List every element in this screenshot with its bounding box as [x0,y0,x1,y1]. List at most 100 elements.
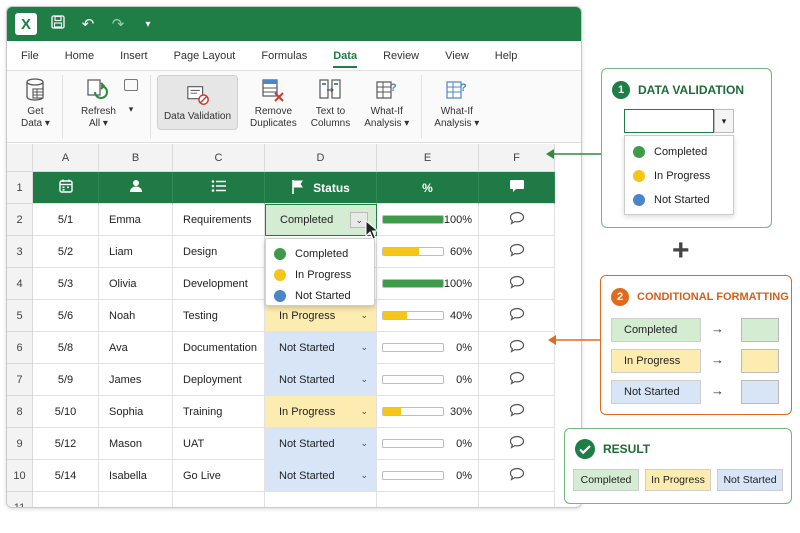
task-cell[interactable]: Deployment [173,364,265,396]
chevron-down-icon[interactable]: ⌄ [360,470,368,481]
redo-icon[interactable]: ↷ [109,15,127,33]
validation-demo-dropdown-button[interactable]: ▾ [714,109,734,133]
dropdown-option[interactable]: In Progress [274,264,366,285]
column-header-e[interactable]: E [377,144,479,172]
validation-option[interactable]: In Progress [633,167,710,185]
empty-cell[interactable] [173,492,265,507]
comment-cell[interactable] [479,428,555,460]
date-cell[interactable]: 5/1 [33,204,99,236]
empty-cell[interactable] [377,492,479,507]
comment-icon[interactable] [509,435,525,452]
row-header-8[interactable]: 8 [7,396,33,428]
comment-cell[interactable] [479,460,555,492]
what-if-analysis-button-2[interactable]: ? What-If Analysis ▾ [430,75,483,132]
task-cell[interactable]: Requirements [173,204,265,236]
empty-cell[interactable] [99,492,173,507]
row-header-11[interactable]: 11 [7,492,33,507]
empty-cell[interactable] [33,492,99,507]
row-header-3[interactable]: 3 [7,236,33,268]
status-cell[interactable]: Not Started ⌄ [265,332,377,364]
name-cell[interactable]: Ava [99,332,173,364]
data-validation-button[interactable]: Data Validation [156,75,239,130]
remove-duplicates-button[interactable]: Remove Duplicates [246,75,301,132]
task-cell[interactable]: Development [173,268,265,300]
tab-page-layout[interactable]: Page Layout [174,41,236,71]
status-cell[interactable]: Completed ⌄ [265,204,377,236]
text-to-columns-button[interactable]: Text to Columns [307,75,354,132]
chevron-down-icon[interactable]: ⌄ [360,342,368,353]
comment-icon[interactable] [509,371,525,388]
date-cell[interactable]: 5/12 [33,428,99,460]
tab-view[interactable]: View [445,41,469,71]
comment-icon[interactable] [509,403,525,420]
name-cell[interactable]: Isabella [99,460,173,492]
date-cell[interactable]: 5/8 [33,332,99,364]
task-cell[interactable]: Documentation [173,332,265,364]
save-icon[interactable] [49,15,67,33]
name-cell[interactable]: Noah [99,300,173,332]
dropdown-option[interactable]: Completed [274,243,366,264]
status-cell[interactable]: Not Started ⌄ [265,460,377,492]
tab-data[interactable]: Data [333,41,357,71]
comment-icon[interactable] [509,307,525,324]
customize-toolbar-icon[interactable]: ▾ [139,19,157,30]
what-if-analysis-button[interactable]: ? What-If Analysis ▾ [360,75,413,132]
name-cell[interactable]: Emma [99,204,173,236]
select-all-corner[interactable] [7,144,33,172]
row-header-6[interactable]: 6 [7,332,33,364]
validation-option[interactable]: Not Started [633,191,710,209]
task-cell[interactable]: UAT [173,428,265,460]
comment-icon[interactable] [509,211,525,228]
row-header-4[interactable]: 4 [7,268,33,300]
name-cell[interactable]: Sophia [99,396,173,428]
row-header-7[interactable]: 7 [7,364,33,396]
queries-connections-button[interactable]: ▾ [120,75,142,117]
task-cell[interactable]: Go Live [173,460,265,492]
date-cell[interactable]: 5/3 [33,268,99,300]
column-header-a[interactable]: A [33,144,99,172]
name-cell[interactable]: Liam [99,236,173,268]
comment-icon[interactable] [509,467,525,484]
name-cell[interactable]: Olivia [99,268,173,300]
row-header-9[interactable]: 9 [7,428,33,460]
refresh-all-button[interactable]: Refresh All ▾ [77,75,120,132]
date-cell[interactable]: 5/14 [33,460,99,492]
chevron-down-icon[interactable]: ⌄ [360,310,368,321]
date-cell[interactable]: 5/9 [33,364,99,396]
column-header-d[interactable]: D [265,144,377,172]
comment-icon[interactable] [509,339,525,356]
chevron-down-icon[interactable]: ⌄ [360,438,368,449]
row-header-10[interactable]: 10 [7,460,33,492]
comment-cell[interactable] [479,364,555,396]
validation-option[interactable]: Completed [633,143,707,161]
tab-review[interactable]: Review [383,41,419,71]
date-cell[interactable]: 5/10 [33,396,99,428]
row-header-1[interactable]: 1 [7,172,33,204]
validation-demo-input[interactable] [624,109,714,133]
comment-icon[interactable] [509,243,525,260]
chevron-down-icon[interactable]: ⌄ [360,406,368,417]
date-cell[interactable]: 5/6 [33,300,99,332]
comment-icon[interactable] [509,275,525,292]
task-cell[interactable]: Training [173,396,265,428]
task-cell[interactable]: Design [173,236,265,268]
column-header-b[interactable]: B [99,144,173,172]
get-data-button[interactable]: Get Data ▾ [17,75,54,132]
task-cell[interactable]: Testing [173,300,265,332]
row-header-2[interactable]: 2 [7,204,33,236]
status-cell[interactable]: Not Started ⌄ [265,364,377,396]
column-header-c[interactable]: C [173,144,265,172]
tab-insert[interactable]: Insert [120,41,148,71]
tab-file[interactable]: File [21,41,39,71]
name-cell[interactable]: James [99,364,173,396]
name-cell[interactable]: Mason [99,428,173,460]
comment-cell[interactable] [479,396,555,428]
status-cell[interactable]: Not Started ⌄ [265,428,377,460]
date-cell[interactable]: 5/2 [33,236,99,268]
tab-formulas[interactable]: Formulas [261,41,307,71]
status-cell[interactable]: In Progress ⌄ [265,396,377,428]
tab-help[interactable]: Help [495,41,518,71]
empty-cell[interactable] [479,492,555,507]
dropdown-option[interactable]: Not Started [274,285,366,306]
empty-cell[interactable] [265,492,377,507]
